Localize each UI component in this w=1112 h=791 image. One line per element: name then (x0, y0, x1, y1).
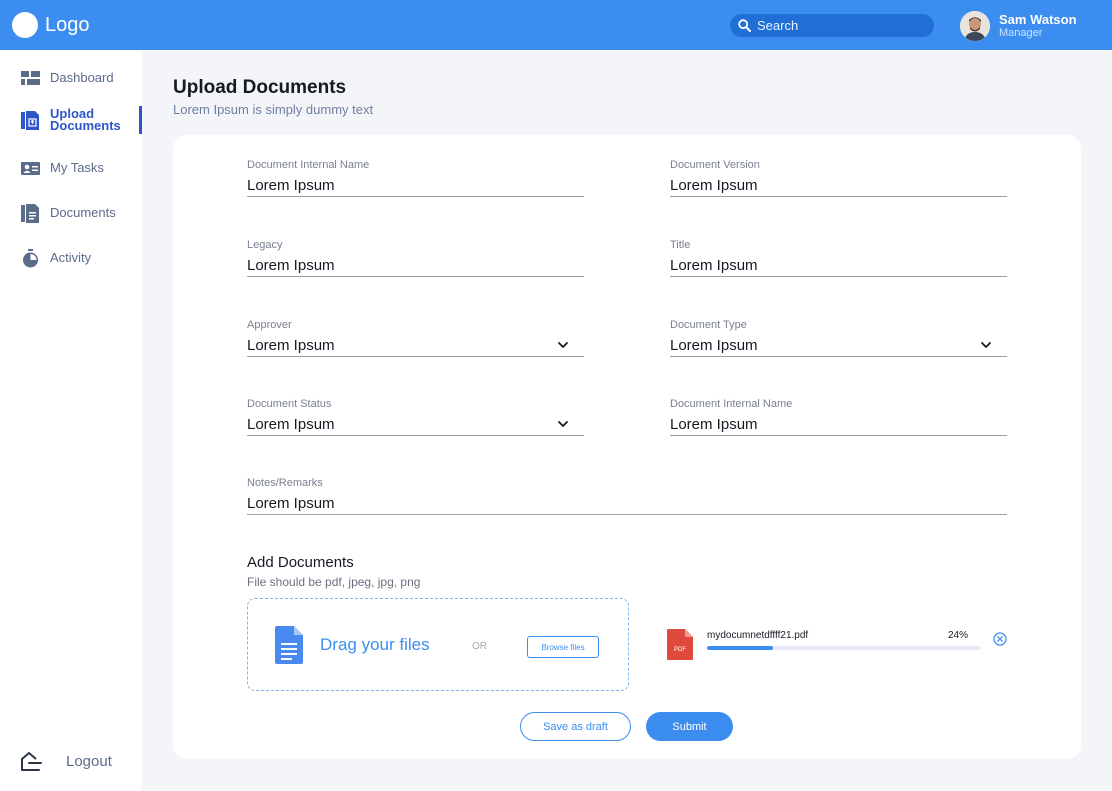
chevron-down-icon[interactable] (979, 338, 993, 352)
field-label: Legacy (247, 239, 283, 251)
user-name: Sam Watson (999, 12, 1077, 27)
logo-text: Logo (45, 14, 90, 36)
sidebar-item-dashboard[interactable]: Dashboard (0, 60, 142, 96)
or-separator: OR (472, 641, 487, 652)
sidebar-item-upload-documents[interactable]: Upload Documents (0, 106, 142, 134)
field-label: Document Status (247, 398, 332, 410)
timer-icon (23, 248, 38, 267)
file-name: mydocumnetdffff21.pdf (707, 630, 809, 641)
field-label: Notes/Remarks (247, 477, 323, 489)
title-field: Title (670, 239, 1007, 289)
sidebar-item-label: Upload Documents (50, 106, 121, 133)
sidebar-item-activity[interactable]: Activity (0, 240, 142, 276)
upload-percent: 24% (948, 630, 969, 641)
document-internal-name-field-2: Document Internal Name (670, 398, 1007, 448)
document-version-field: Document Version (670, 159, 1007, 209)
sidebar-item-label: My Tasks (50, 160, 104, 175)
sidebar-item-documents[interactable]: Documents (0, 195, 142, 231)
field-label: Document Version (670, 159, 760, 171)
logout-button[interactable]: Logout (20, 751, 112, 771)
logo-icon (12, 12, 38, 38)
upload-progress-fill (707, 646, 773, 650)
uploading-file-row: PDF mydocumnetdffff21.pdf 24% (667, 629, 1007, 661)
add-documents-title: Add Documents (247, 554, 354, 571)
dashboard-icon (21, 70, 40, 85)
document-status-select[interactable] (247, 414, 584, 436)
documents-icon (21, 203, 39, 223)
logout-icon (21, 752, 42, 771)
upload-document-icon (21, 110, 39, 130)
field-label: Approver (247, 319, 292, 331)
document-status-field: Document Status (247, 398, 584, 448)
approver-select[interactable] (247, 335, 584, 357)
search-input[interactable] (757, 18, 927, 33)
title-input[interactable] (670, 255, 1007, 277)
tasks-icon (21, 161, 40, 175)
document-internal-name-input[interactable] (247, 175, 584, 197)
chevron-down-icon[interactable] (556, 417, 570, 431)
sidebar-item-label: Activity (50, 250, 92, 265)
upload-progress-bar (707, 646, 981, 650)
sidebar: Dashboard Upload Documents My Tasks Docu… (0, 50, 142, 791)
document-internal-name-field: Document Internal Name (247, 159, 584, 209)
document-type-select[interactable] (670, 335, 1007, 357)
field-label: Title (670, 239, 691, 251)
field-label: Document Internal Name (670, 398, 793, 410)
notes-input[interactable] (247, 493, 1007, 515)
document-version-input[interactable] (670, 175, 1007, 197)
document-file-icon (275, 626, 303, 664)
field-label: Document Internal Name (247, 159, 370, 171)
upload-form-card: Document Internal Name Document Version … (173, 135, 1081, 759)
drag-files-text: Drag your files (320, 635, 430, 654)
field-label: Document Type (670, 319, 747, 331)
save-as-draft-button[interactable]: Save as draft (520, 712, 631, 741)
document-type-field: Document Type (670, 319, 1007, 369)
approver-field: Approver (247, 319, 584, 369)
logout-label: Logout (66, 752, 112, 770)
close-circle-icon[interactable] (993, 632, 1007, 646)
search-icon (738, 19, 751, 32)
sidebar-item-label: Documents (50, 205, 116, 220)
pdf-badge-text: PDF (674, 647, 686, 653)
notes-field: Notes/Remarks (247, 477, 1007, 527)
sidebar-item-label: Dashboard (50, 70, 114, 85)
submit-button[interactable]: Submit (646, 712, 733, 741)
browse-files-button[interactable]: Browse files (527, 636, 599, 658)
file-type-hint: File should be pdf, jpeg, jpg, png (247, 575, 421, 589)
sidebar-item-my-tasks[interactable]: My Tasks (0, 150, 142, 186)
avatar-image (960, 11, 990, 41)
file-dropzone[interactable]: Drag your files OR Browse files (247, 598, 629, 691)
pdf-file-icon: PDF (667, 629, 693, 660)
avatar[interactable] (960, 11, 990, 41)
page-title: Upload Documents (173, 77, 347, 98)
document-internal-name-input-2[interactable] (670, 414, 1007, 436)
search-bar[interactable] (730, 14, 934, 37)
user-role: Manager (999, 27, 1043, 39)
chevron-down-icon[interactable] (556, 338, 570, 352)
legacy-input[interactable] (247, 255, 584, 277)
legacy-field: Legacy (247, 239, 584, 289)
top-bar: Logo Sam Watson Manager (0, 0, 1112, 50)
page-subtitle: Lorem Ipsum is simply dummy text (173, 102, 374, 117)
